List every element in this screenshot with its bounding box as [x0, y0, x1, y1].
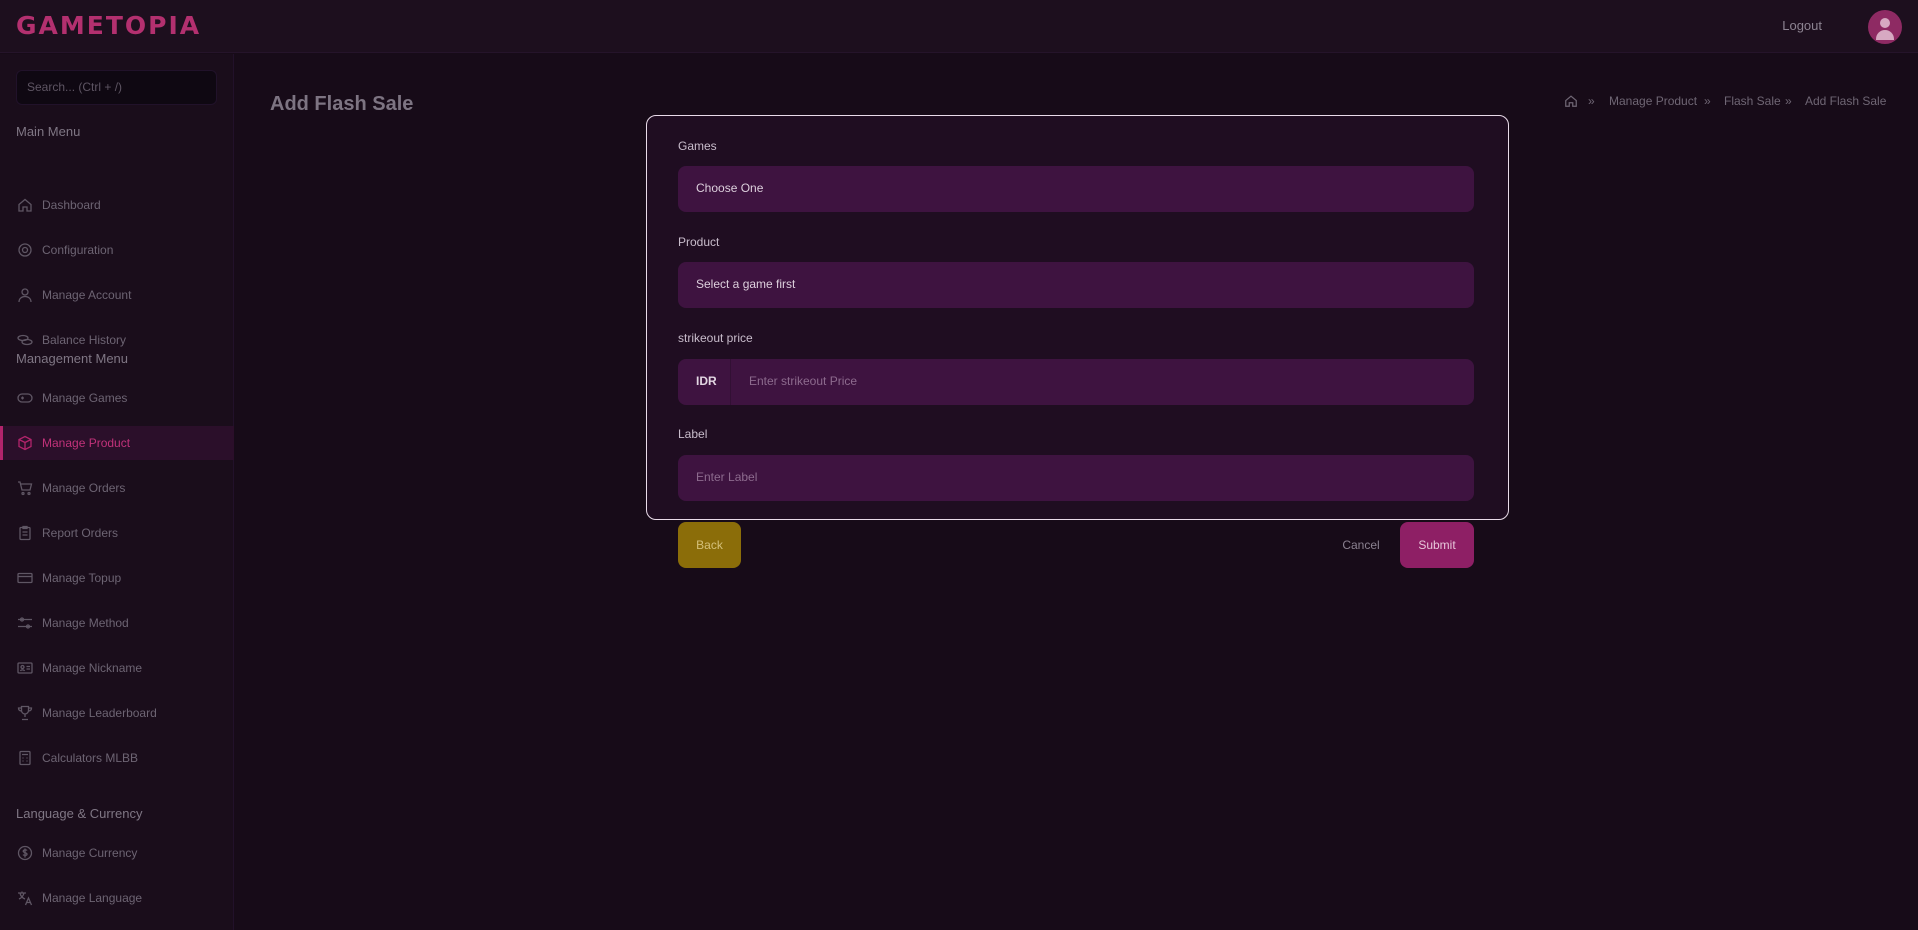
app-logo[interactable]: GAMETOPIA — [16, 11, 201, 40]
chevron-double-right-icon: » — [1588, 94, 1595, 108]
sidebar-item-label: Manage Orders — [42, 481, 126, 495]
id-card-icon — [17, 662, 33, 674]
sidebar-item-label: Configuration — [42, 243, 114, 257]
product-select-value: Select a game first — [696, 277, 796, 291]
clipboard-icon — [19, 525, 31, 541]
submit-button[interactable]: Submit — [1400, 522, 1474, 568]
card-icon — [17, 572, 33, 584]
sidebar-item-label: Manage Topup — [42, 571, 122, 585]
trophy-icon — [17, 705, 33, 721]
sidebar-item-manage-orders[interactable]: Manage Orders — [0, 471, 234, 505]
games-select[interactable]: Choose One — [678, 166, 1474, 212]
cart-icon — [18, 481, 33, 496]
sidebar-item-manage-leaderboard[interactable]: Manage Leaderboard — [0, 696, 234, 730]
sidebar-item-label: Manage Product — [42, 436, 131, 450]
cancel-button[interactable]: Cancel — [1340, 522, 1382, 568]
sidebar-item-label: Dashboard — [42, 198, 101, 212]
sliders-icon — [18, 617, 32, 629]
sidebar-item-label: Manage Method — [42, 616, 129, 630]
sidebar-item-calculators-mlbb[interactable]: Calculators MLBB — [0, 741, 234, 775]
dollar-circle-icon — [17, 845, 33, 861]
gear-icon — [18, 243, 32, 257]
home-icon — [18, 198, 32, 212]
management-menu-title: Management Menu — [16, 351, 129, 366]
breadcrumb-manage-product[interactable]: Manage Product — [1609, 94, 1697, 108]
box-icon — [18, 435, 32, 451]
sidebar-item-manage-currency[interactable]: Manage Currency — [0, 836, 234, 870]
sidebar-item-manage-product[interactable]: Manage Product — [0, 426, 234, 460]
games-label: Games — [678, 139, 717, 153]
sidebar-item-manage-account[interactable]: Manage Account — [0, 278, 234, 312]
chevron-double-right-icon: » — [1704, 94, 1711, 108]
home-icon[interactable] — [1564, 94, 1578, 108]
label-placeholder: Enter Label — [696, 470, 758, 484]
search-input[interactable]: Search... (Ctrl + /) — [16, 70, 217, 105]
sidebar-item-report-orders[interactable]: Report Orders — [0, 516, 234, 550]
main-menu-title: Main Menu — [16, 124, 81, 139]
sidebar-item-manage-nickname[interactable]: Manage Nickname — [0, 651, 234, 685]
page-title: Add Flash Sale — [270, 93, 414, 115]
flash-sale-form: Games Choose One Product Select a game f… — [646, 115, 1509, 520]
product-label: Product — [678, 235, 720, 249]
language-currency-title: Language & Currency — [16, 806, 143, 821]
sidebar-item-manage-method[interactable]: Manage Method — [0, 606, 234, 640]
sidebar-item-label: Manage Games — [42, 391, 128, 405]
coins-icon — [17, 334, 33, 346]
strikeout-price-placeholder: Enter strikeout Price — [749, 374, 858, 388]
sidebar-item-label: Manage Language — [42, 891, 143, 905]
sidebar-item-label: Manage Nickname — [42, 661, 143, 675]
strikeout-price-input[interactable]: IDR Enter strikeout Price — [678, 359, 1474, 405]
sidebar: Search... (Ctrl + /) Main Menu Dashboard… — [0, 54, 234, 930]
translate-icon — [18, 891, 33, 906]
breadcrumb-current: Add Flash Sale — [1805, 94, 1887, 108]
strikeout-price-label: strikeout price — [678, 331, 753, 345]
sidebar-item-dashboard[interactable]: Dashboard — [0, 188, 234, 222]
user-icon — [18, 288, 32, 303]
sidebar-item-label: Balance History — [42, 333, 127, 347]
sidebar-item-manage-games[interactable]: Manage Games — [0, 381, 234, 415]
currency-addon: IDR — [678, 359, 731, 405]
top-bar: GAMETOPIA Logout — [0, 0, 1918, 53]
label-field-label: Label — [678, 427, 708, 441]
sidebar-item-manage-topup[interactable]: Manage Topup — [0, 561, 234, 595]
sidebar-item-label: Calculators MLBB — [42, 751, 139, 765]
games-select-value: Choose One — [696, 181, 764, 195]
sidebar-item-label: Manage Account — [42, 288, 132, 302]
sidebar-item-label: Report Orders — [42, 526, 119, 540]
calculator-icon — [19, 750, 31, 766]
gamepad-icon — [17, 393, 33, 403]
sidebar-item-configuration[interactable]: Configuration — [0, 233, 234, 267]
sidebar-item-label: Manage Leaderboard — [42, 706, 157, 720]
sidebar-item-manage-language[interactable]: Manage Language — [0, 881, 234, 915]
chevron-double-right-icon: » — [1785, 94, 1792, 108]
user-icon — [1880, 18, 1890, 28]
breadcrumb-flash-sale[interactable]: Flash Sale — [1724, 94, 1781, 108]
logout-link[interactable]: Logout — [1782, 18, 1822, 33]
product-select[interactable]: Select a game first — [678, 262, 1474, 308]
back-button[interactable]: Back — [678, 522, 741, 568]
label-input[interactable]: Enter Label — [678, 455, 1474, 501]
sidebar-item-label: Manage Currency — [42, 846, 138, 860]
avatar[interactable] — [1868, 10, 1902, 44]
